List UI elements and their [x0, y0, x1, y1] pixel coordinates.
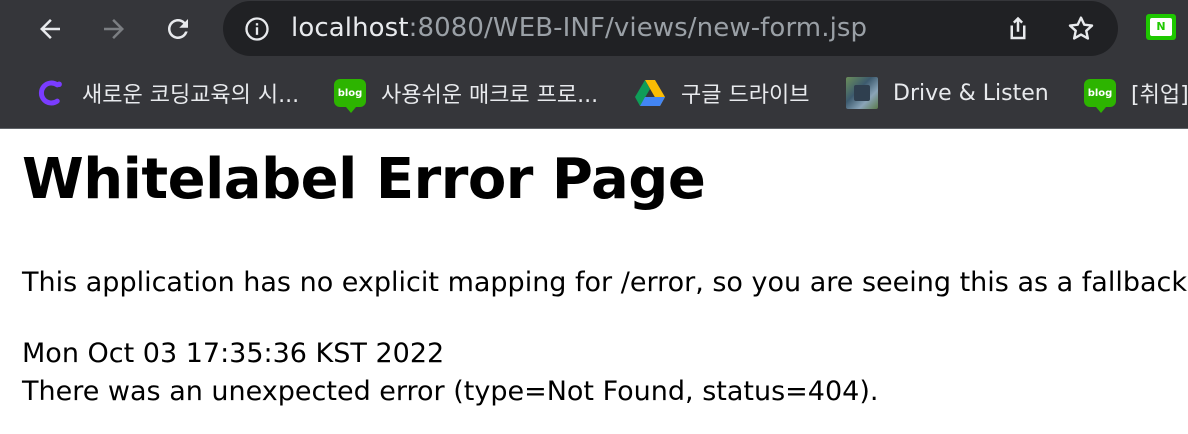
bookmark-label: 새로운 코딩교육의 시... [82, 83, 300, 108]
url-text[interactable]: localhost:8080/WEB-INF/views/new-form.js… [291, 1, 867, 56]
browser-toolbar: localhost:8080/WEB-INF/views/new-form.js… [0, 0, 1188, 58]
extension-label: N [1156, 20, 1166, 33]
reload-button[interactable] [158, 9, 198, 49]
back-button[interactable] [30, 9, 70, 49]
bookmark-label: Drive & Listen [893, 80, 1049, 106]
error-detail: There was an unexpected error (type=Not … [22, 376, 879, 407]
coding-logo-icon [34, 76, 68, 110]
info-icon[interactable] [243, 15, 271, 43]
bookmark-label: 구글 드라이브 [681, 83, 810, 108]
bookmark-item-job[interactable]: blog [취업] [1083, 58, 1188, 128]
url-path: :8080/WEB-INF/views/new-form.jsp [408, 13, 868, 43]
bookmark-label: [취업] [1131, 83, 1188, 108]
google-drive-icon [633, 76, 667, 110]
bookmark-item-macro[interactable]: blog 사용쉬운 매크로 프로... [333, 58, 598, 128]
error-message: This application has no explicit mapping… [22, 267, 1188, 298]
blog-icon: blog [1083, 76, 1117, 113]
bookmark-item-drive-listen[interactable]: Drive & Listen [845, 58, 1049, 128]
naver-extension-icon[interactable]: N [1146, 14, 1176, 40]
blog-badge: blog [1084, 79, 1116, 113]
drive-listen-icon [845, 76, 879, 110]
url-host: localhost [291, 13, 409, 43]
error-timestamp: Mon Oct 03 17:35:36 KST 2022 [22, 338, 445, 369]
blog-icon: blog [333, 76, 367, 113]
blog-badge: blog [334, 79, 366, 113]
forward-button[interactable] [94, 9, 134, 49]
arrow-right-icon [104, 19, 124, 39]
bookmarks-bar: 새로운 코딩교육의 시... blog 사용쉬운 매크로 프로... 구글 드라… [0, 58, 1188, 128]
address-bar[interactable]: localhost:8080/WEB-INF/views/new-form.js… [223, 1, 1118, 56]
share-icon[interactable] [1003, 13, 1033, 43]
page-title: Whitelabel Error Page [22, 147, 706, 212]
browser-chrome: localhost:8080/WEB-INF/views/new-form.js… [0, 0, 1188, 129]
bookmark-item-coding[interactable]: 새로운 코딩교육의 시... [34, 58, 299, 128]
reload-icon [168, 19, 188, 39]
arrow-left-icon [40, 19, 60, 39]
star-icon[interactable] [1065, 13, 1097, 45]
bookmark-label: 사용쉬운 매크로 프로... [381, 83, 599, 108]
bookmark-item-google-drive[interactable]: 구글 드라이브 [633, 58, 809, 128]
page-content: Whitelabel Error Page This application h… [0, 129, 1188, 434]
